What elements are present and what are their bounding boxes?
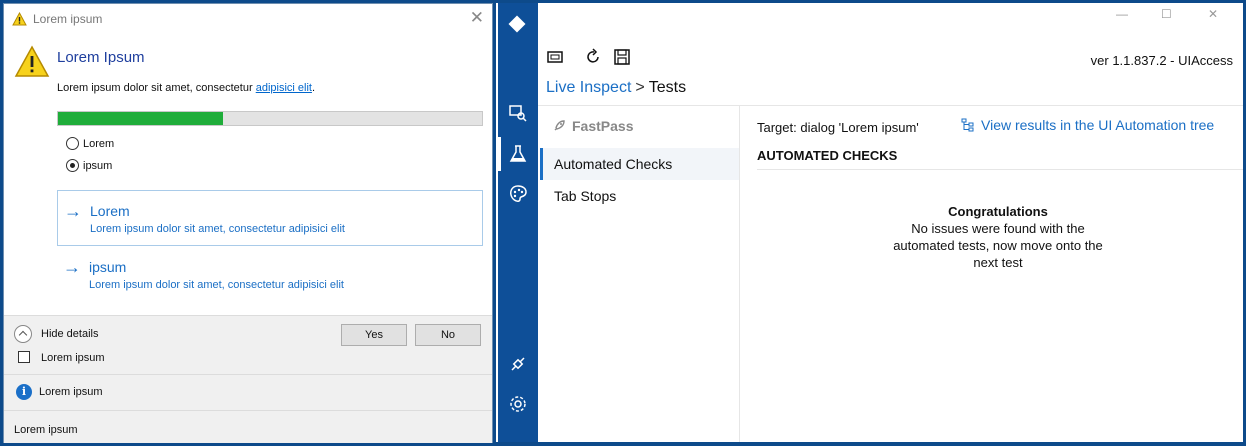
divider bbox=[757, 169, 1243, 170]
verification-label: Lorem ipsum bbox=[41, 352, 105, 364]
no-button[interactable]: No bbox=[415, 324, 481, 346]
radio-button[interactable] bbox=[66, 159, 79, 172]
command-link-lorem[interactable]: → Lorem Lorem ipsum dolor sit amet, cons… bbox=[57, 190, 483, 246]
dialog-titlebar: Lorem ipsum ✕ bbox=[4, 4, 492, 34]
refresh-icon[interactable] bbox=[584, 48, 602, 71]
chevron-up-icon[interactable] bbox=[14, 325, 32, 343]
app-titlebar: — ☐ ✕ bbox=[496, 3, 1243, 30]
verification-checkbox[interactable] bbox=[18, 351, 30, 363]
left-nav-rail bbox=[498, 3, 538, 442]
hide-details-label[interactable]: Hide details bbox=[41, 328, 98, 340]
task-dialog: Lorem ipsum ✕ Lorem Ipsum Lorem ipsum do… bbox=[3, 3, 493, 443]
test-flask-icon[interactable] bbox=[507, 143, 529, 165]
radio-button[interactable] bbox=[66, 137, 79, 150]
content-text: Lorem ipsum dolor sit amet, consectetur … bbox=[57, 82, 316, 94]
dialog-footer-controls: Hide details Yes No Lorem ipsum bbox=[4, 315, 492, 374]
save-icon[interactable] bbox=[613, 48, 631, 71]
divider bbox=[739, 106, 740, 442]
palette-icon[interactable] bbox=[507, 183, 529, 205]
arrow-right-icon: → bbox=[63, 257, 81, 277]
main-instruction: Lorem Ipsum bbox=[57, 49, 145, 66]
warning-icon bbox=[14, 45, 50, 83]
radio-option-lorem[interactable]: Lorem bbox=[66, 137, 114, 150]
yes-button[interactable]: Yes bbox=[341, 324, 407, 346]
breadcrumb-live-inspect[interactable]: Live Inspect bbox=[546, 79, 631, 96]
window-icon[interactable] bbox=[546, 48, 564, 71]
dialog-window-title: Lorem ipsum bbox=[33, 12, 103, 26]
congrats-body: No issues were found with the automated … bbox=[893, 221, 1103, 270]
close-icon[interactable]: ✕ bbox=[470, 9, 484, 26]
connection-icon[interactable] bbox=[507, 353, 529, 375]
side-item-automated-checks[interactable]: Automated Checks bbox=[540, 148, 739, 180]
screen: Lorem ipsum ✕ Lorem Ipsum Lorem ipsum do… bbox=[0, 0, 1246, 446]
app-window: — ☐ ✕ ver 1.1.837.2 - UIAccess Live Insp… bbox=[496, 3, 1243, 442]
minimize-icon[interactable]: — bbox=[1116, 7, 1128, 21]
congratulations-message: Congratulations No issues were found wit… bbox=[888, 203, 1108, 271]
gear-icon[interactable] bbox=[507, 393, 529, 415]
content-link[interactable]: adipisici elit bbox=[256, 82, 312, 94]
nav-selection-indicator bbox=[498, 137, 501, 171]
info-icon: i bbox=[16, 384, 32, 400]
view-results-link[interactable]: View results in the UI Automation tree bbox=[961, 117, 1214, 133]
breadcrumb-tests: Tests bbox=[648, 79, 687, 96]
fastpass-header: FastPass bbox=[552, 118, 633, 134]
footer-bottom-label: Lorem ipsum bbox=[14, 424, 78, 436]
rocket-icon bbox=[554, 120, 565, 131]
dialog-footer-expanded: Lorem ipsum bbox=[4, 410, 492, 443]
command-link-ipsum[interactable]: → ipsum Lorem ipsum dolor sit amet, cons… bbox=[57, 247, 483, 303]
congrats-title: Congratulations bbox=[948, 204, 1048, 219]
section-heading: AUTOMATED CHECKS bbox=[757, 148, 898, 163]
close-icon[interactable]: ✕ bbox=[1208, 7, 1218, 21]
breadcrumb: Live Inspect > Tests bbox=[546, 79, 687, 96]
app-logo-icon bbox=[508, 15, 526, 33]
arrow-right-icon: → bbox=[64, 201, 82, 221]
dialog-footer-info: i Lorem ipsum bbox=[4, 374, 492, 410]
warning-icon bbox=[12, 11, 27, 31]
version-label: ver 1.1.837.2 - UIAccess bbox=[1090, 53, 1233, 68]
app-toolbar: ver 1.1.837.2 - UIAccess bbox=[538, 45, 1243, 71]
radio-option-ipsum[interactable]: ipsum bbox=[66, 159, 112, 172]
progress-fill bbox=[58, 112, 224, 125]
tree-icon bbox=[961, 118, 974, 132]
divider bbox=[538, 105, 1243, 106]
target-text: Target: dialog 'Lorem ipsum' bbox=[757, 120, 919, 135]
progress-bar bbox=[57, 111, 483, 126]
inspect-icon[interactable] bbox=[507, 102, 529, 124]
side-item-tab-stops[interactable]: Tab Stops bbox=[540, 180, 739, 212]
maximize-icon[interactable]: ☐ bbox=[1161, 7, 1172, 21]
footer-info-label: Lorem ipsum bbox=[39, 386, 103, 398]
